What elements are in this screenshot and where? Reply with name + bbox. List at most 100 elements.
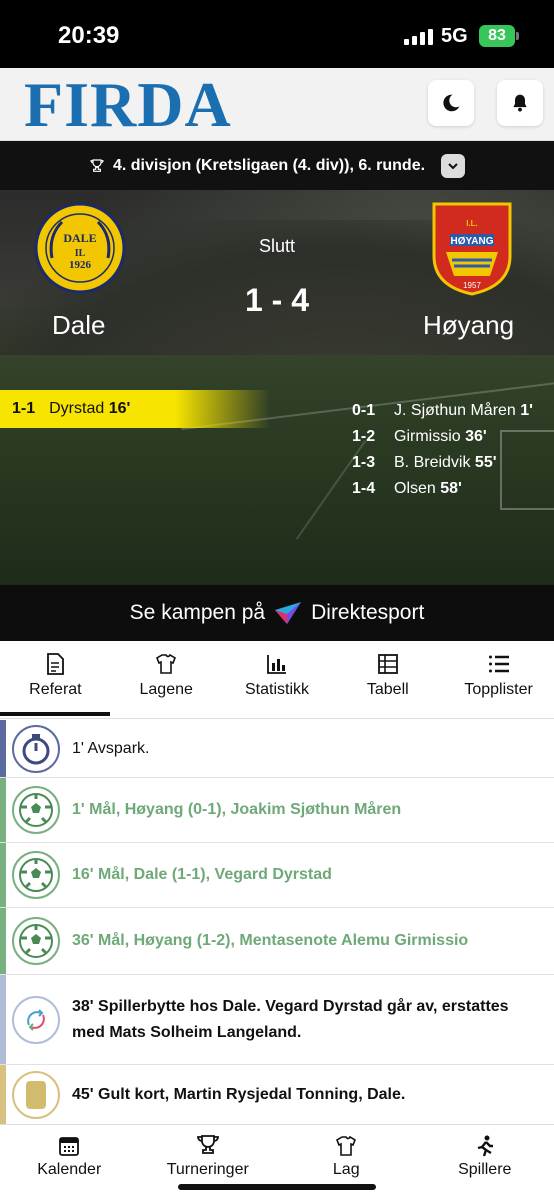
goal-player: J. Sjøthun Måren: [394, 402, 516, 419]
away-goal-row: 1-4 Olsen 58': [352, 476, 533, 502]
nav-kalender[interactable]: Kalender: [0, 1125, 139, 1200]
goal-player: Dyrstad: [49, 400, 105, 417]
event-text: 45' Gult kort, Martin Rysjedal Tonning, …: [72, 1085, 406, 1103]
list-icon: [488, 655, 509, 673]
goal-minute: 1': [520, 402, 533, 419]
battery-level: 83: [488, 27, 506, 44]
event-row: 1' Avspark.: [0, 720, 554, 778]
nav-label: Kalender: [37, 1161, 102, 1178]
bell-icon: [513, 94, 527, 112]
match-events: 1' Avspark. 1' Mål, Høyang (0-1), Joakim…: [0, 720, 554, 1125]
goal-score: 0-1: [352, 402, 376, 419]
tab-label: Lagene: [139, 681, 193, 698]
goal-player: Olsen: [394, 480, 436, 497]
tab-statistikk[interactable]: Statistikk: [222, 641, 333, 718]
active-tab-indicator: [0, 712, 110, 716]
tab-label: Statistikk: [244, 681, 309, 698]
event-text: 1' Mål, Høyang (0-1), Joakim Sjøthun Mår…: [72, 801, 402, 818]
event-text: 36' Mål, Høyang (1-2), Mentasenote Alemu…: [72, 932, 469, 949]
away-goal-row: 1-3 B. Breidvik 55': [352, 450, 533, 476]
match-status: Slutt: [258, 236, 296, 256]
status-time: 20:39: [58, 22, 120, 49]
runner-icon: [477, 1135, 493, 1157]
notifications-button[interactable]: [497, 80, 543, 126]
goal-player: B. Breidvik: [394, 454, 471, 471]
nav-label: Turneringer: [166, 1161, 249, 1178]
goal-minute: 36': [465, 428, 487, 445]
event-row: 45' Gult kort, Martin Rysjedal Tonning, …: [0, 1065, 554, 1125]
nav-label: Lag: [332, 1161, 360, 1178]
direktesport-logo-icon: [275, 602, 302, 624]
trophy-icon: [90, 158, 104, 172]
event-text: 1' Avspark.: [72, 739, 150, 757]
chevron-down-icon[interactable]: [441, 153, 466, 178]
home-goal-row: 1-1 Dyrstad 16': [0, 390, 270, 428]
jersey-icon: [336, 1135, 357, 1156]
event-row: 36' Mål, Høyang (1-2), Mentasenote Alemu…: [0, 908, 554, 975]
goal-player: Girmissio: [394, 428, 461, 445]
firda-logo[interactable]: FIRDA: [24, 72, 232, 138]
nav-label: Spillere: [458, 1161, 512, 1178]
jersey-icon: [156, 653, 177, 674]
match-score: 1 - 4: [244, 282, 310, 318]
goal-minute: 16': [108, 400, 131, 417]
tab-topplister[interactable]: Topplister: [443, 641, 554, 718]
event-stripe: [0, 720, 6, 777]
goal-minute: 58': [440, 480, 462, 497]
yellow-card-icon: [12, 1070, 60, 1119]
tab-lagene[interactable]: Lagene: [111, 641, 222, 718]
event-text: 16' Mål, Dale (1-1), Vegard Dyrstad: [72, 866, 332, 883]
event-text: 38' Spillerbytte hos Dale. Vegard Dyrsta…: [72, 997, 509, 1041]
event-stripe: [0, 975, 6, 1064]
goal-score: 1-1: [12, 400, 36, 417]
event-row: 1' Mål, Høyang (0-1), Joakim Sjøthun Mår…: [0, 778, 554, 843]
calendar-icon: [59, 1137, 80, 1156]
football-icon: [12, 851, 60, 899]
league-selector[interactable]: 4. divisjon (Kretsligaen (4. div)), 6. r…: [0, 141, 554, 190]
away-goal-row: 0-1 J. Sjøthun Måren 1': [352, 398, 533, 424]
chart-icon: [267, 655, 286, 674]
away-goals-list: 0-1 J. Sjøthun Måren 1' 1-2 Girmissio 36' …: [352, 398, 533, 502]
tab-label: Tabell: [366, 681, 409, 698]
moon-icon: [443, 94, 460, 112]
tab-label: Referat: [29, 681, 82, 698]
battery-tip: [516, 32, 519, 40]
nav-spillere[interactable]: Spillere: [416, 1125, 554, 1200]
network-label: 5G: [441, 25, 468, 47]
event-stripe: [0, 1065, 6, 1124]
football-icon: [12, 786, 60, 834]
tab-tabell[interactable]: Tabell: [332, 641, 443, 718]
stopwatch-icon: [12, 724, 60, 773]
event-stripe: [0, 778, 6, 842]
stream-prefix: Se kampen på: [129, 601, 266, 624]
event-row: 38' Spillerbytte hos Dale. Vegard Dyrsta…: [0, 975, 554, 1065]
trophy-icon: [196, 1135, 219, 1154]
svg-text:1926: 1926: [69, 259, 92, 271]
goal-score: 1-2: [352, 428, 376, 445]
home-indicator: [178, 1184, 376, 1190]
svg-text:I.L.: I.L.: [466, 219, 478, 228]
event-row: 16' Mål, Dale (1-1), Vegard Dyrstad: [0, 843, 554, 908]
stream-provider: Direktesport: [311, 601, 425, 624]
match-tabs: Referat Lagene Statistikk Tabell Topplis…: [0, 641, 554, 719]
status-bar: 20:39 5G 83: [0, 0, 554, 68]
signal-icon: [404, 29, 433, 45]
battery-icon: 83: [479, 25, 515, 47]
dark-mode-button[interactable]: [428, 80, 474, 126]
event-stripe: [0, 908, 6, 974]
app-header: FIRDA: [0, 68, 554, 141]
goal-score: 1-3: [352, 454, 376, 471]
document-icon: [47, 653, 65, 675]
stream-banner[interactable]: Se kampen på Direktesport: [0, 585, 554, 641]
event-stripe: [0, 843, 6, 907]
football-icon: [12, 917, 60, 965]
tab-referat[interactable]: Referat: [0, 641, 111, 718]
substitution-icon: [12, 995, 60, 1044]
goal-minute: 55': [474, 454, 497, 471]
tab-label: Topplister: [464, 681, 533, 698]
table-icon: [377, 654, 398, 674]
goal-score: 1-4: [352, 480, 376, 497]
match-hero: DALE IL 1926 HØYANG I.L. 1957 Dale Høyan…: [0, 190, 554, 585]
away-goal-row: 1-2 Girmissio 36': [352, 424, 533, 450]
league-label: 4. divisjon (Kretsligaen (4. div)), 6. r…: [112, 156, 426, 174]
